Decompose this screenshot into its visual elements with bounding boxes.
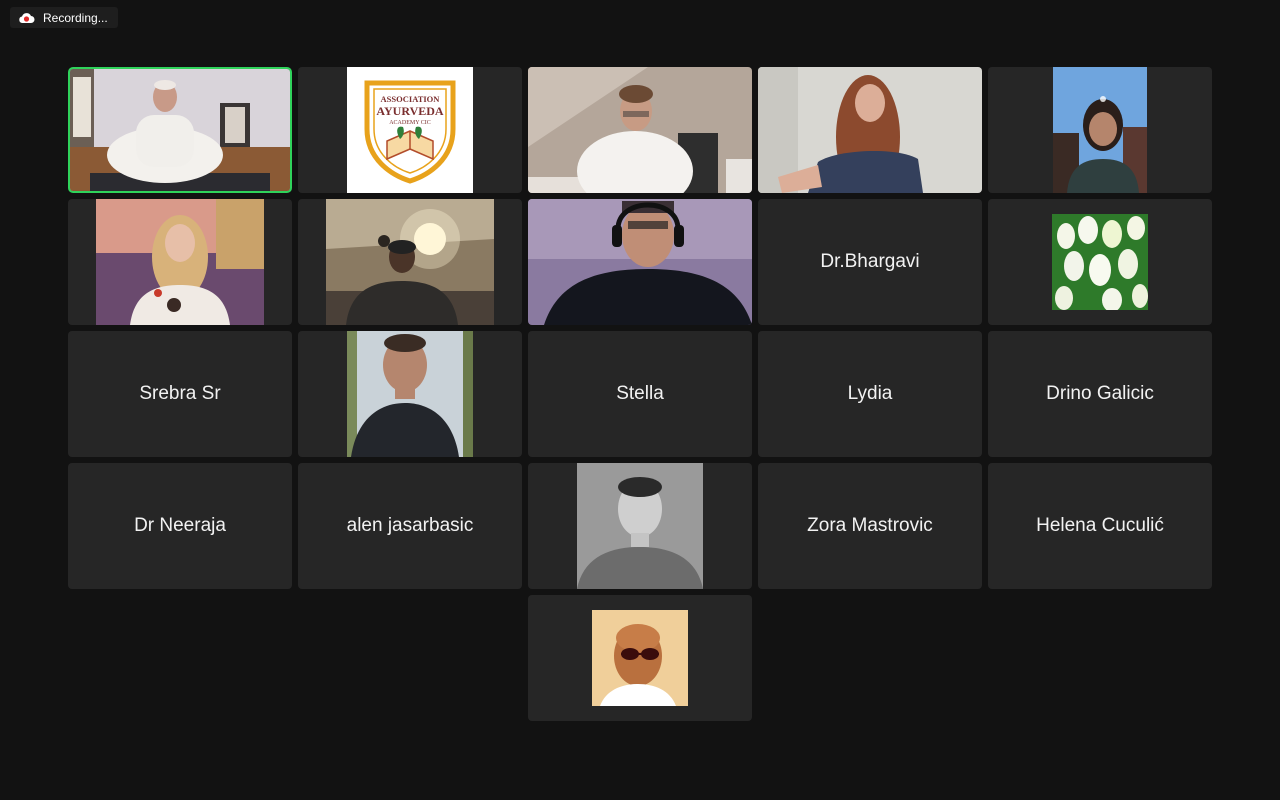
recording-indicator[interactable]: Recording... [10,7,118,28]
participant-video-tile[interactable] [528,67,752,193]
participant-name: Dr Neeraja [134,515,226,536]
gallery-grid: ASSOCIATION AYURVEDA ACADEMY CIC Dr.Bhar… [68,67,1212,721]
cloud-recording-icon [19,12,35,23]
logo-line-2: AYURVEDA [376,104,443,118]
ayurveda-academy-logo: ASSOCIATION AYURVEDA ACADEMY CIC [347,67,473,193]
logo-line-1: ASSOCIATION [381,94,441,104]
participant-photo [592,610,688,706]
participant-name-tile[interactable]: Dr.Bhargavi [758,199,982,325]
participant-photo [577,463,703,589]
participant-name: Lydia [847,383,893,404]
participant-name: Stella [616,383,664,404]
participant-logo-tile[interactable]: ASSOCIATION AYURVEDA ACADEMY CIC [298,67,522,193]
participant-video [758,67,982,193]
participant-video [528,199,752,325]
recording-label: Recording... [43,10,108,25]
participant-name: Dr.Bhargavi [820,251,920,272]
tulips-avatar [1052,214,1148,310]
participant-name-tile[interactable]: Drino Galicic [988,331,1212,457]
participant-name: Zora Mastrovic [807,515,933,536]
participant-name-tile[interactable]: alen jasarbasic [298,463,522,589]
participant-video-tile[interactable] [298,199,522,325]
participant-image-tile[interactable] [528,595,752,721]
participant-video-tile[interactable] [68,199,292,325]
participant-video [528,67,752,193]
participant-name-tile[interactable]: Helena Cuculić [988,463,1212,589]
participant-name-tile[interactable]: Stella [528,331,752,457]
participant-image-tile[interactable] [988,199,1212,325]
participant-name-tile[interactable]: Srebra Sr [68,331,292,457]
participant-name-tile[interactable]: Zora Mastrovic [758,463,982,589]
participant-video [96,199,264,325]
participant-name: Helena Cuculić [1036,515,1164,536]
participant-name: Srebra Sr [139,383,221,404]
participant-video [70,69,290,191]
participant-video-tile[interactable] [758,67,982,193]
participant-image-tile[interactable] [298,331,522,457]
participant-image-tile[interactable] [528,463,752,589]
participant-name-tile[interactable]: Dr Neeraja [68,463,292,589]
participant-photo [347,331,473,457]
participant-video [1053,67,1147,193]
participant-video-tile[interactable] [528,199,752,325]
participant-video-tile[interactable] [988,67,1212,193]
participant-name: Drino Galicic [1046,383,1154,404]
logo-line-3: ACADEMY CIC [389,120,431,126]
participant-name: alen jasarbasic [346,515,474,536]
participant-name-tile[interactable]: Lydia [758,331,982,457]
participant-video [326,199,494,325]
participant-video-tile[interactable] [68,67,292,193]
